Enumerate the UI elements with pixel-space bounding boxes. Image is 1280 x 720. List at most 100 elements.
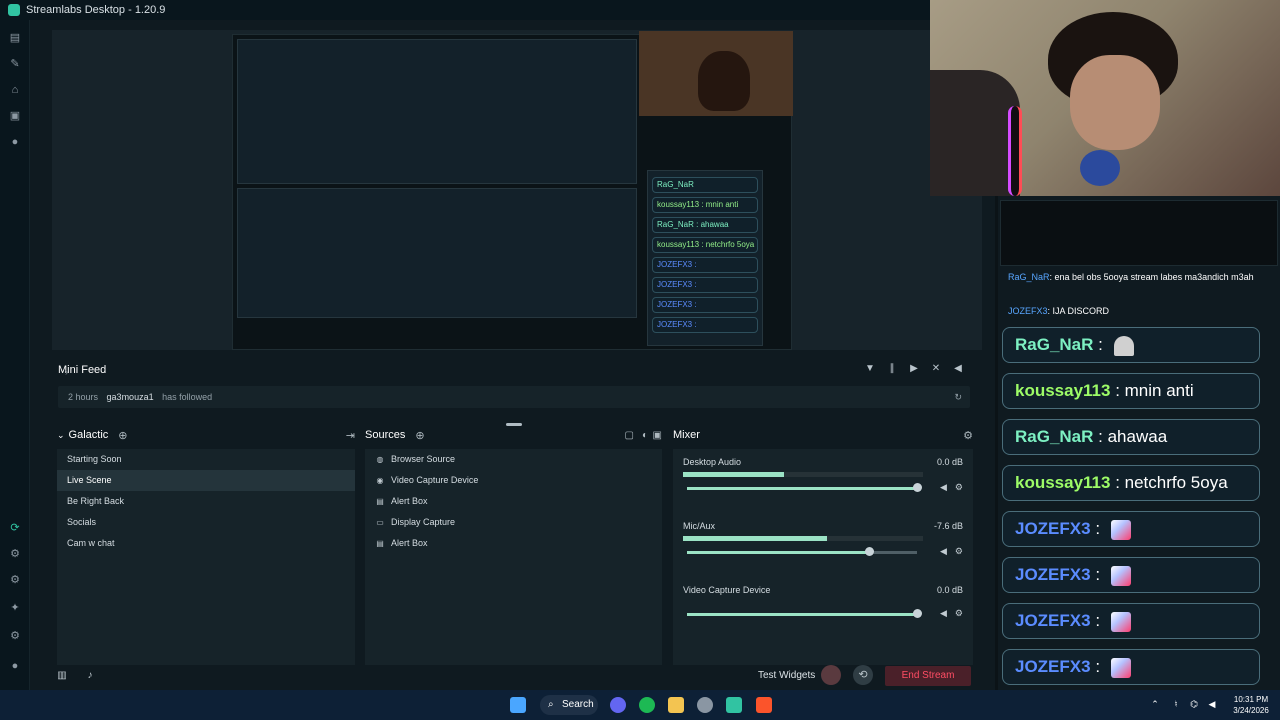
speaker-icon[interactable]: ◀ — [940, 608, 947, 619]
tray-volume-icon[interactable]: ◀ — [1207, 699, 1217, 709]
highlighter-icon[interactable]: ✦ — [9, 602, 21, 614]
skip-icon[interactable]: ▶ — [908, 363, 920, 375]
sources-title: Sources — [365, 429, 406, 441]
chat-nick: JOZEFX3 — [1015, 565, 1091, 584]
taskbar-clock[interactable]: 10:31 PM 3/24/2026 — [1226, 694, 1276, 716]
source-item[interactable]: ▤ Alert Box — [365, 491, 662, 512]
webcam-headset — [1008, 106, 1022, 196]
source-folder-icon[interactable]: ▢ — [625, 430, 634, 441]
gear-icon[interactable]: ⚙ — [955, 482, 963, 493]
scene-item[interactable]: Socials — [57, 512, 355, 533]
scene-item[interactable]: Starting Soon — [57, 449, 355, 470]
scene-item[interactable]: Be Right Back — [57, 491, 355, 512]
tray-network-icon[interactable]: ⌬ — [1189, 699, 1199, 709]
profile-icon[interactable]: ● — [9, 660, 21, 672]
spotify-icon[interactable] — [639, 697, 655, 713]
chat-text: IJA DISCORD — [1052, 306, 1110, 316]
streamlabs-taskbar-icon[interactable] — [726, 697, 742, 713]
add-source-icon[interactable]: ⊕ — [415, 429, 424, 442]
taskbar-search-label: Search — [562, 699, 594, 710]
notifications-icon[interactable]: ♪ — [84, 670, 96, 682]
slider-knob[interactable] — [864, 547, 874, 556]
source-settings-icon[interactable]: ▣ — [653, 430, 662, 441]
chat-message: RaG_NaR : ahawaa — [1002, 419, 1260, 455]
source-label: Video Capture Device — [391, 475, 479, 485]
globe-icon: ◍ — [376, 454, 384, 464]
sidebar: ▤ ✎ ⌂ ▣ ● ⟳ ⚙ ⚙ ✦ ⚙ ● — [0, 20, 30, 690]
slider-knob[interactable] — [913, 483, 922, 492]
mixer-controls: ◀ ⚙ — [940, 608, 963, 619]
mini-feed: Mini Feed ▼ ∥ ▶ ✕ ◀ 2 hours ga3mouza1 ha… — [52, 359, 982, 417]
windows-start-icon[interactable] — [510, 697, 526, 713]
pause-icon[interactable]: ∥ — [886, 363, 898, 375]
add-scene-icon[interactable]: ⊕ — [118, 429, 127, 442]
layout-icon[interactable]: ⚙ — [9, 548, 21, 560]
slider-fill — [687, 613, 917, 616]
volume-icon[interactable]: ◀ — [952, 363, 964, 375]
filter-icon[interactable]: ▼ — [864, 363, 876, 375]
anime-emote-icon — [1110, 657, 1131, 678]
volume-slider[interactable] — [687, 609, 922, 618]
replay-buffer-icon[interactable]: ⟲ — [853, 665, 873, 685]
preview-chat: RaG_NaR koussay113 : mnin anti RaG_NaR :… — [647, 170, 763, 346]
mixer-controls: ◀ ⚙ — [940, 546, 963, 557]
brave-browser-icon[interactable] — [756, 697, 772, 713]
source-item[interactable]: ◉ Video Capture Device — [365, 470, 662, 491]
scene-collection-title[interactable]: Galactic — [69, 429, 109, 441]
end-stream-button[interactable]: End Stream — [885, 666, 971, 686]
feed-event-row: 2 hours ga3mouza1 has followed ↻ — [58, 386, 970, 408]
speaker-icon[interactable]: ◀ — [940, 482, 947, 493]
webcam-chair — [930, 70, 1020, 196]
slider-knob[interactable] — [913, 609, 922, 618]
mute-alerts-icon[interactable]: ✕ — [930, 363, 942, 375]
tray-chevron-icon[interactable]: ⌃ — [1150, 699, 1160, 709]
alert-box-icon: ▤ — [376, 496, 384, 506]
mixer-settings-icon[interactable]: ⚙ — [963, 429, 973, 442]
chat-overlay: RaG_NaR: ena bel obs 5ooya stream labes … — [998, 196, 1280, 692]
test-widgets-label[interactable]: Test Widgets — [758, 670, 815, 681]
gear-icon[interactable]: ⚙ — [955, 608, 963, 619]
feed-event-user: ga3mouza1 — [106, 392, 154, 402]
scene-item-active[interactable]: Live Scene — [57, 470, 355, 491]
source-item[interactable]: ▤ Alert Box — [365, 533, 662, 554]
stream-preview[interactable]: RaG_NaR koussay113 : mnin anti RaG_NaR :… — [52, 30, 982, 350]
gear-icon[interactable]: ⚙ — [955, 546, 963, 557]
mixer-item: Desktop Audio 0.0 dB ◀ ⚙ — [683, 457, 963, 511]
performance-icon[interactable]: ▥ — [56, 670, 68, 682]
mixer-source-name: Desktop Audio — [683, 457, 742, 467]
speaker-icon[interactable]: ◀ — [940, 546, 947, 557]
editor-icon[interactable]: ▤ — [9, 32, 21, 44]
media-icon[interactable]: ▣ — [9, 110, 21, 122]
taskbar-search[interactable]: ⌕ Search — [540, 695, 598, 715]
discord-icon[interactable] — [610, 697, 626, 713]
settings-icon[interactable]: ⚙ — [9, 630, 21, 642]
record-icon[interactable]: ● — [9, 136, 21, 148]
scenes-header: ⌄ Galactic ⊕ ⇥ — [57, 425, 355, 445]
source-label: Browser Source — [391, 454, 456, 464]
collection-chevron-icon[interactable]: ⌄ — [57, 430, 65, 441]
file-explorer-icon[interactable] — [668, 697, 684, 713]
store-icon[interactable]: ⌂ — [9, 84, 21, 96]
settings-app-icon[interactable] — [697, 697, 713, 713]
tray-mic-icon[interactable]: ♮ — [1171, 699, 1181, 709]
volume-slider[interactable] — [687, 547, 917, 556]
source-list: ◍ Browser Source ◉ Video Capture Device ▤ A… — [365, 449, 662, 665]
slider-fill — [687, 551, 869, 554]
apps-icon[interactable]: ⚙ — [9, 574, 21, 586]
editor-footer: ▥ ♪ Test Widgets ⟲ End Stream — [30, 662, 995, 688]
scene-item[interactable]: Cam w chat — [57, 533, 355, 554]
mixer-item: Mic/Aux -7.6 dB ◀ ⚙ — [683, 521, 963, 575]
themes-icon[interactable]: ✎ — [9, 58, 21, 70]
source-item[interactable]: ▭ Display Capture — [365, 512, 662, 533]
record-button[interactable] — [821, 665, 841, 685]
collapse-arrow-icon[interactable]: › — [65, 367, 68, 378]
source-filter-icon[interactable]: ◐ — [642, 430, 648, 441]
volume-slider[interactable] — [687, 483, 922, 492]
repeat-alert-icon[interactable]: ↻ — [954, 386, 962, 408]
feed-event-time: 2 hours — [68, 392, 99, 402]
scene-transitions-icon[interactable]: ⇥ — [346, 429, 355, 442]
source-item[interactable]: ◍ Browser Source — [365, 449, 662, 470]
mini-feed-toolbar: ▼ ∥ ▶ ✕ ◀ — [864, 363, 964, 375]
meter-level — [683, 472, 784, 477]
studio-mode-icon[interactable]: ⟳ — [9, 522, 21, 534]
